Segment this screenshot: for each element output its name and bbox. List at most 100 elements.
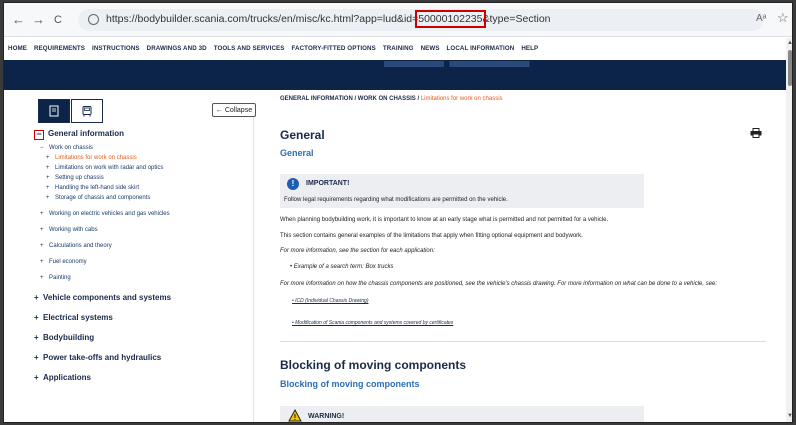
tree-label: Limitations on work with radar and optic… xyxy=(55,165,164,171)
url-id-highlight: 50000102235 xyxy=(415,10,486,28)
divider xyxy=(280,341,766,342)
link-icd[interactable]: • ICD (Individual Chassis Drawing) xyxy=(292,298,369,304)
browser-window: ← → C https://bodybuilder.scania.com/tru… xyxy=(3,2,793,423)
breadcrumb-general-information[interactable]: GENERAL INFORMATION xyxy=(280,96,353,102)
browser-toolbar: ← → C https://bodybuilder.scania.com/tru… xyxy=(4,3,792,37)
bullet-item: • Example of a search term: Box trucks xyxy=(290,264,394,270)
tree-section-general-information[interactable]: − General information xyxy=(34,129,124,140)
sitenav-item-instructions[interactable]: INSTRUCTIONS xyxy=(92,45,140,52)
sitenav-item-help[interactable]: HELP xyxy=(521,45,538,52)
plus-icon: + xyxy=(40,211,44,217)
section-subtitle: Blocking of moving components xyxy=(280,379,420,389)
truck-front-icon xyxy=(82,106,92,117)
tree-label: Limitations for work on chassis xyxy=(55,155,137,161)
sitenav-item-factory-fitted-options[interactable]: FACTORY-FITTED OPTIONS xyxy=(292,45,376,52)
hero-banner: ▬▬▬ ▬▬▬▬ xyxy=(4,60,786,90)
tree-section[interactable]: + Vehicle components and systems xyxy=(34,293,171,302)
collapse-button[interactable]: ← Collapse xyxy=(212,103,256,117)
read-aloud-icon[interactable]: Aᵃ xyxy=(756,13,766,24)
notice-body: Follow legal requirements regarding what… xyxy=(284,197,508,203)
plus-icon: + xyxy=(46,195,50,201)
tab-book[interactable] xyxy=(38,99,70,123)
sitenav-item-home[interactable]: HOME xyxy=(8,45,27,52)
tree-section[interactable]: + Applications xyxy=(34,373,91,382)
tree-item[interactable]: + Fuel economy xyxy=(40,259,87,265)
favorite-star-icon[interactable]: ☆ xyxy=(777,10,789,26)
sitenav-item-news[interactable]: NEWS xyxy=(421,45,440,52)
info-exclamation-icon: ! xyxy=(287,178,299,190)
tree-subitem[interactable]: + Setting up chassis xyxy=(46,175,104,181)
plus-icon: + xyxy=(34,373,39,382)
sitenav-item-training[interactable]: TRAINING xyxy=(383,45,414,52)
warning-triangle-icon: ! xyxy=(288,409,302,422)
tree-label: Bodybuilding xyxy=(43,333,95,342)
paragraph: This section contains general examples o… xyxy=(280,233,583,239)
plus-icon: + xyxy=(46,165,50,171)
main-content: GENERAL INFORMATION / WORK ON CHASSIS / … xyxy=(278,91,784,422)
notice-title: IMPORTANT! xyxy=(306,180,350,187)
plus-icon: + xyxy=(46,185,50,191)
tree-label: Storage of chassis and components xyxy=(55,195,151,201)
tree-subitem[interactable]: + Limitations for work on chassis xyxy=(46,155,137,161)
site-navigation: HOME REQUIREMENTS INSTRUCTIONS DRAWINGS AND… xyxy=(4,38,792,60)
page-scrollbar[interactable]: ▲ ▼ xyxy=(786,38,792,422)
reload-button[interactable]: C xyxy=(54,12,62,28)
plus-icon: + xyxy=(40,275,44,281)
collapse-minus-icon[interactable]: − xyxy=(34,130,44,140)
tree-section[interactable]: + Power take-offs and hydraulics xyxy=(34,353,161,362)
section-title: Blocking of moving components xyxy=(280,358,467,372)
tree-label: Handling the left-hand side skirt xyxy=(55,185,140,191)
tree-label: Calculations and theory xyxy=(49,243,112,249)
tree-subitem[interactable]: + Handling the left-hand side skirt xyxy=(46,185,139,191)
tree-item[interactable]: + Working with cabs xyxy=(40,227,98,233)
plus-icon: + xyxy=(34,333,39,342)
sidebar: ← Collapse − General information − Work on… xyxy=(26,99,256,422)
scroll-up-arrow-icon[interactable]: ▲ xyxy=(787,40,792,46)
plus-icon: + xyxy=(40,259,44,265)
plus-icon: + xyxy=(40,243,44,249)
tree-item[interactable]: + Painting xyxy=(40,275,71,281)
tree-label: Vehicle components and systems xyxy=(43,293,172,302)
site-info-icon[interactable] xyxy=(88,14,99,25)
sitenav-item-drawings-and-3d[interactable]: DRAWINGS AND 3D xyxy=(147,45,207,52)
breadcrumb-work-on-chassis[interactable]: WORK ON CHASSIS xyxy=(358,96,416,102)
tree-label: General information xyxy=(48,129,125,138)
tree-label: Work on chassis xyxy=(49,145,93,151)
tree-item-work-on-chassis[interactable]: − Work on chassis xyxy=(40,145,93,151)
paragraph: When planning bodybuilding work, it is i… xyxy=(280,217,609,223)
tree-subitem[interactable]: + Storage of chassis and components xyxy=(46,195,150,201)
scrollbar-thumb[interactable] xyxy=(788,50,792,86)
tab-truck[interactable] xyxy=(71,99,103,123)
url-prefix: https://bodybuilder.scania.com/trucks/en… xyxy=(106,13,419,25)
breadcrumb-current: Limitations for work on chassis xyxy=(420,96,503,102)
tree-subitem[interactable]: + Limitations on work with radar and opti… xyxy=(46,165,163,171)
plus-icon: + xyxy=(40,227,44,233)
sitenav-item-tools-and-services[interactable]: TOOLS AND SERVICES xyxy=(214,45,285,52)
page-title: General xyxy=(280,128,325,142)
scroll-down-arrow-icon[interactable]: ▼ xyxy=(787,413,792,419)
url-suffix: &type=Section xyxy=(482,13,551,25)
sitenav-item-local-information[interactable]: LOCAL INFORMATION xyxy=(447,45,515,52)
book-icon xyxy=(49,105,59,117)
breadcrumb: GENERAL INFORMATION / WORK ON CHASSIS / … xyxy=(280,96,503,102)
tree-label: Setting up chassis xyxy=(55,175,104,181)
minus-icon: − xyxy=(40,145,44,151)
tree-label: Electrical systems xyxy=(43,313,113,322)
plus-icon: + xyxy=(46,175,50,181)
forward-button[interactable]: → xyxy=(32,12,45,28)
warning-title: WARNING! xyxy=(308,413,345,420)
tree-item[interactable]: + Calculations and theory xyxy=(40,243,112,249)
tree-section[interactable]: + Bodybuilding xyxy=(34,333,94,342)
sitenav-item-requirements[interactable]: REQUIREMENTS xyxy=(34,45,85,52)
print-icon[interactable] xyxy=(750,128,762,138)
tree-section[interactable]: + Electrical systems xyxy=(34,313,113,322)
plus-icon: + xyxy=(34,293,39,302)
back-button[interactable]: ← xyxy=(12,12,25,28)
plus-icon: + xyxy=(46,155,50,161)
url-text[interactable]: https://bodybuilder.scania.com/trucks/en… xyxy=(106,10,551,28)
address-bar[interactable]: https://bodybuilder.scania.com/trucks/en… xyxy=(78,9,764,31)
tree-label: Power take-offs and hydraulics xyxy=(43,353,162,362)
link-modification-certificates[interactable]: • Modification of Scania components and … xyxy=(292,320,453,326)
svg-text:!: ! xyxy=(294,413,297,422)
tree-item[interactable]: + Working on electric vehicles and gas ve… xyxy=(40,211,170,217)
